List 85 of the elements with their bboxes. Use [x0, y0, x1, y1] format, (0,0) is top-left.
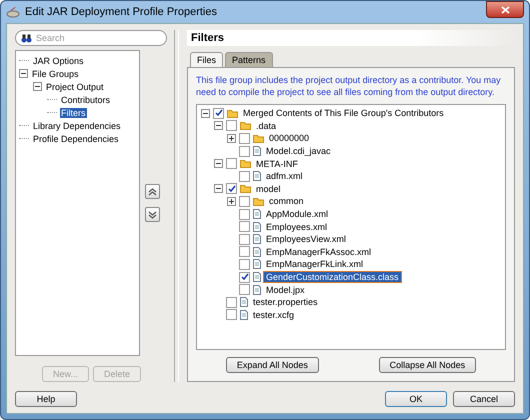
expand-icon[interactable]	[227, 134, 236, 143]
tab[interactable]: Files	[190, 52, 224, 67]
window-title: Edit JAR Deployment Profile Properties	[25, 6, 217, 18]
checkbox[interactable]	[213, 108, 224, 119]
tree-item[interactable]: META-INF	[254, 158, 300, 169]
checkbox[interactable]	[226, 309, 237, 320]
nav-item[interactable]: Contributors	[60, 94, 112, 104]
file-icon	[253, 209, 261, 220]
collapse-icon[interactable]	[214, 159, 223, 168]
collapse-icon[interactable]	[33, 82, 42, 91]
collapse-icon[interactable]	[201, 108, 210, 118]
folder-icon	[227, 108, 238, 118]
tree-item[interactable]: AppModule.xml	[264, 209, 330, 220]
collapse-icon[interactable]	[214, 121, 223, 130]
expand-icon[interactable]	[227, 196, 236, 206]
close-button[interactable]	[486, 1, 524, 18]
checkbox[interactable]	[239, 258, 250, 270]
collapse-icon[interactable]	[19, 69, 28, 78]
file-icon	[253, 222, 261, 232]
tree-button[interactable]: Collapse All Nodes	[378, 357, 476, 373]
checkbox[interactable]	[226, 120, 237, 132]
tree-item[interactable]: 00000000	[267, 133, 312, 144]
close-icon	[500, 6, 510, 14]
tree-item[interactable]: EmpManagerFkLink.xml	[264, 259, 366, 270]
tree-item[interactable]: tester.properties	[251, 297, 320, 308]
double-chevron-up-icon	[148, 188, 157, 196]
checkbox[interactable]	[239, 234, 250, 245]
checkbox[interactable]	[226, 296, 237, 308]
file-icon	[253, 234, 261, 244]
tree-item[interactable]: tester.xcfg	[251, 310, 296, 320]
nav-item[interactable]: Filters	[60, 108, 86, 118]
folder-icon	[240, 184, 251, 194]
move-up-button[interactable]	[145, 184, 160, 199]
checkbox[interactable]	[239, 221, 250, 232]
tree-item[interactable]: Model.jpx	[264, 284, 307, 295]
search-field[interactable]: Search	[15, 30, 167, 46]
help-button[interactable]: Help	[15, 391, 77, 407]
file-icon	[240, 297, 248, 308]
file-icon	[253, 272, 261, 282]
checkbox[interactable]	[239, 146, 250, 157]
folder-icon	[240, 159, 251, 168]
file-icon	[253, 146, 261, 156]
folder-icon	[253, 196, 264, 206]
search-input[interactable]: Search	[36, 33, 136, 43]
file-icon	[253, 171, 261, 182]
tab[interactable]: Patterns	[225, 52, 273, 67]
checkbox[interactable]	[226, 183, 237, 194]
nav-item[interactable]: File Groups	[31, 68, 80, 78]
file-icon	[253, 259, 261, 270]
tree-item[interactable]: model	[254, 184, 283, 194]
tree-item[interactable]: EmployeesView.xml	[264, 234, 348, 244]
tree-button[interactable]: Expand All Nodes	[226, 357, 319, 373]
binoculars-icon	[21, 34, 32, 42]
tree-item[interactable]: adfm.xml	[264, 171, 305, 182]
description-text: This file group includes the project output directory as a contributor. You may need to compile the project to see all files coming from the output directory.	[196, 74, 502, 98]
folder-icon	[240, 121, 251, 130]
tree-item[interactable]: .data	[254, 120, 278, 131]
move-down-button[interactable]	[145, 207, 160, 222]
tree-item[interactable]: GenderCustomizationClass.class	[264, 272, 401, 282]
file-icon	[253, 246, 261, 257]
tree-item[interactable]: Employees.xml	[264, 222, 330, 232]
nav-item[interactable]: JAR Options	[32, 56, 85, 66]
tree-item[interactable]: common	[267, 196, 306, 206]
checkbox[interactable]	[239, 196, 250, 207]
nav-item[interactable]: Project Output	[45, 82, 105, 92]
checkbox[interactable]	[239, 272, 250, 283]
double-chevron-down-icon	[148, 210, 157, 218]
checkbox[interactable]	[239, 132, 250, 144]
checkbox[interactable]	[226, 158, 237, 170]
tree-item[interactable]: Merged Contents of This File Group's Contributors	[241, 108, 446, 118]
file-icon	[240, 310, 248, 320]
tree-item[interactable]: EmpManagerFkAssoc.xml	[264, 246, 374, 257]
collapse-icon[interactable]	[214, 184, 223, 194]
nav-item[interactable]: Profile Dependencies	[32, 134, 120, 144]
folder-icon	[253, 134, 264, 143]
nav-item[interactable]: Library Dependencies	[32, 120, 122, 130]
tree-item[interactable]: Model.cdi_javac	[264, 146, 333, 156]
checkbox[interactable]	[239, 170, 250, 182]
checkbox[interactable]	[239, 246, 250, 258]
checkbox[interactable]	[239, 208, 250, 220]
ok-button[interactable]: OK	[385, 391, 447, 407]
file-icon	[253, 284, 261, 295]
checkbox[interactable]	[239, 284, 250, 296]
cancel-button[interactable]: Cancel	[453, 391, 515, 407]
app-icon	[6, 6, 20, 18]
